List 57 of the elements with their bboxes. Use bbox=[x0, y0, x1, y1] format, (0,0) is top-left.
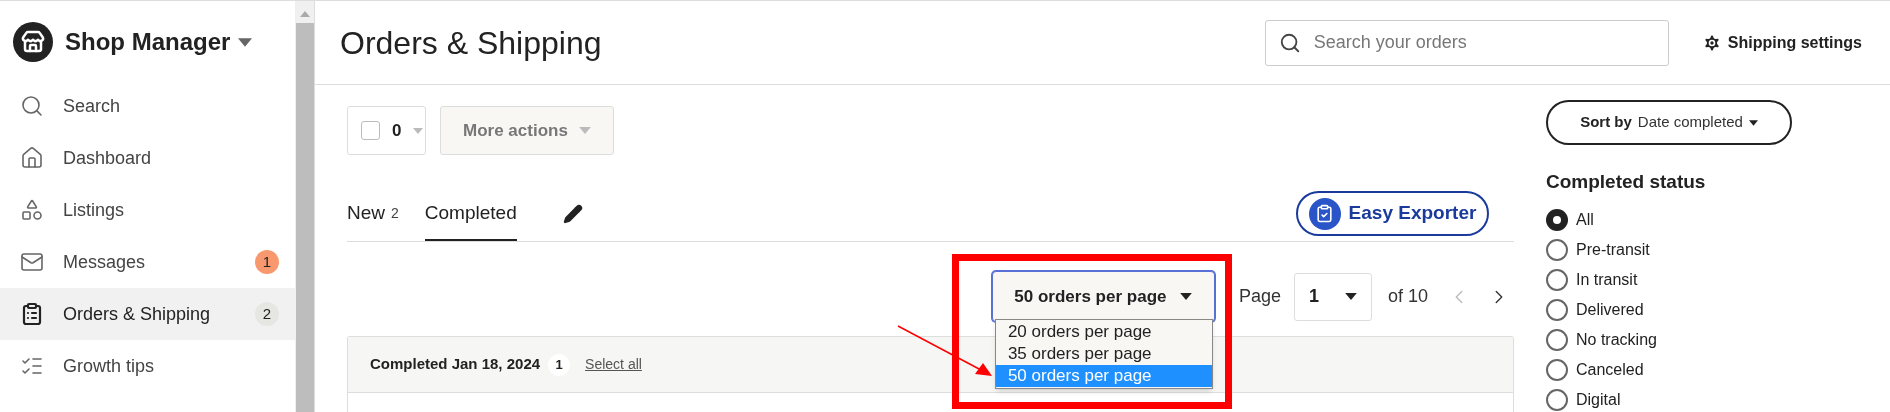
pencil-icon[interactable] bbox=[562, 204, 583, 224]
shop-logo-icon bbox=[13, 22, 53, 62]
easy-exporter-button[interactable]: Easy Exporter bbox=[1296, 191, 1489, 236]
radio-option[interactable]: In transit bbox=[1546, 264, 1890, 295]
search-field[interactable]: Search your orders bbox=[1264, 19, 1669, 66]
radio-button[interactable] bbox=[1546, 298, 1568, 321]
group-title: Completed Jan 18, 2024 bbox=[370, 354, 541, 375]
shapes-icon bbox=[20, 198, 44, 222]
page-label: Page bbox=[1238, 285, 1281, 308]
search-icon bbox=[1278, 31, 1301, 54]
tab[interactable]: New 2 bbox=[347, 187, 399, 241]
sidebar-item[interactable]: Listings bbox=[0, 184, 295, 236]
radio-option[interactable]: Pre-transit bbox=[1546, 234, 1890, 265]
checkbox[interactable] bbox=[361, 121, 380, 140]
count-badge: 2 bbox=[255, 302, 279, 326]
envelope-icon bbox=[20, 250, 44, 274]
count-badge: 1 bbox=[548, 353, 571, 376]
page-title: Orders & Shipping bbox=[340, 23, 603, 63]
shipping-settings-link[interactable]: Shipping settings bbox=[1701, 30, 1862, 55]
radio-button[interactable] bbox=[1546, 388, 1568, 411]
radio-button[interactable] bbox=[1546, 238, 1568, 261]
tab[interactable]: Completed bbox=[424, 187, 517, 241]
radio-option[interactable]: Digital bbox=[1546, 384, 1890, 412]
radio-button[interactable] bbox=[1546, 358, 1568, 381]
radio-button[interactable] bbox=[1546, 208, 1568, 231]
clipboard-icon bbox=[20, 302, 44, 326]
caret-icon bbox=[579, 127, 591, 134]
search-icon bbox=[20, 94, 44, 118]
sidebar-item[interactable]: Messages 1 bbox=[0, 236, 295, 288]
radio-button[interactable] bbox=[1546, 268, 1568, 291]
caret-icon bbox=[1180, 293, 1193, 300]
sidebar-item[interactable]: Dashboard bbox=[0, 132, 295, 184]
count-badge: 1 bbox=[255, 250, 279, 274]
per-page-dropdown[interactable]: 50 orders per page bbox=[991, 271, 1215, 322]
radio-option[interactable]: Canceled bbox=[1546, 354, 1890, 385]
radio-button[interactable] bbox=[1546, 328, 1568, 351]
radio-option[interactable]: Delivered bbox=[1546, 294, 1890, 325]
caret-icon bbox=[1748, 119, 1758, 126]
radio-option[interactable]: All bbox=[1546, 204, 1890, 235]
filter-heading: Completed status bbox=[1546, 170, 1707, 194]
select-count-dropdown[interactable]: 0 bbox=[347, 106, 426, 155]
page-total: of 10 bbox=[1387, 285, 1428, 308]
sidebar-item[interactable]: Growth tips bbox=[0, 340, 295, 392]
radio-option[interactable]: No tracking bbox=[1546, 324, 1890, 355]
sidebar-item[interactable]: Orders & Shipping 2 bbox=[0, 288, 295, 340]
caret-icon bbox=[238, 37, 253, 47]
select-all-link[interactable]: Select all bbox=[585, 354, 642, 375]
dropdown-option[interactable]: 35 orders per page bbox=[995, 343, 1212, 365]
clipboard-icon bbox=[1308, 197, 1341, 230]
caret-icon bbox=[1344, 293, 1357, 300]
shop-manager-menu[interactable]: Shop Manager bbox=[65, 24, 253, 60]
page-dropdown[interactable]: 1 bbox=[1293, 272, 1372, 321]
house-icon bbox=[20, 146, 44, 170]
dropdown-option[interactable]: 20 orders per page bbox=[995, 321, 1212, 343]
sort-by-dropdown[interactable]: Sort by Date completed bbox=[1546, 100, 1792, 145]
sidebar-item[interactable]: Search bbox=[0, 80, 295, 132]
caret-icon bbox=[413, 127, 424, 134]
